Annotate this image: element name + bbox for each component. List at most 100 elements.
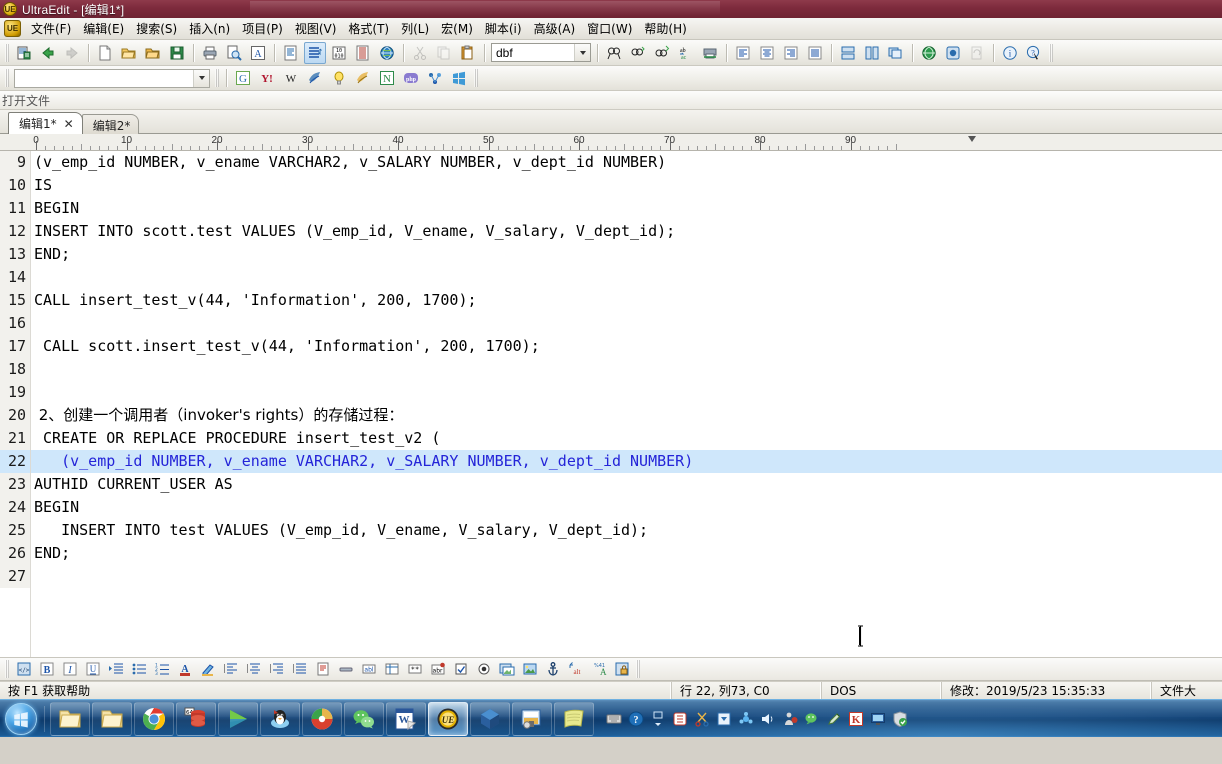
menu-advanced[interactable]: 高级(A) xyxy=(528,18,582,39)
menu-search[interactable]: 搜索(S) xyxy=(130,18,183,39)
justify-icon[interactable] xyxy=(804,42,826,64)
kaspersky-icon[interactable]: K xyxy=(847,710,864,727)
code-line[interactable]: 16 xyxy=(0,312,1222,335)
font-icon[interactable]: A xyxy=(247,42,269,64)
align-right-icon[interactable] xyxy=(780,42,802,64)
find-icon[interactable] xyxy=(603,42,625,64)
align-center-icon[interactable] xyxy=(756,42,778,64)
toolbar-grip[interactable] xyxy=(5,660,9,678)
chevron-down-icon[interactable] xyxy=(574,44,590,61)
taskbar-media-player[interactable] xyxy=(218,701,258,736)
wikipedia-icon[interactable]: W xyxy=(280,67,302,89)
column-mode-icon[interactable] xyxy=(352,42,374,64)
taskbar-notes[interactable] xyxy=(554,701,594,736)
align-left-icon[interactable] xyxy=(220,659,241,679)
bold-icon[interactable]: B xyxy=(36,659,57,679)
code-line[interactable]: 17 CALL scott.insert_test_v(44, 'Informa… xyxy=(0,335,1222,358)
code-line[interactable]: 13 END; xyxy=(0,243,1222,266)
web-icon[interactable] xyxy=(918,42,940,64)
toolbar-grip[interactable] xyxy=(215,69,219,87)
code-line[interactable]: 25 INSERT INTO test VALUES (V_emp_id, V_… xyxy=(0,519,1222,542)
new-file-icon[interactable] xyxy=(94,42,116,64)
align-justify-icon[interactable] xyxy=(289,659,310,679)
toolbar-grip[interactable] xyxy=(5,43,9,62)
syntax-highlight-combo[interactable]: dbf xyxy=(491,43,591,62)
taskbar-chrome[interactable] xyxy=(134,701,174,736)
code-line[interactable]: 23 AUTHID CURRENT_USER AS xyxy=(0,473,1222,496)
red-shield-icon[interactable] xyxy=(671,710,688,727)
print-icon[interactable] xyxy=(199,42,221,64)
keyboard-icon[interactable] xyxy=(605,710,622,727)
back-arrow-icon[interactable] xyxy=(37,42,59,64)
menu-window[interactable]: 窗口(W) xyxy=(581,18,638,39)
toolbar-overflow-grip[interactable] xyxy=(1049,43,1053,62)
security-icon[interactable] xyxy=(891,710,908,727)
radio-icon[interactable] xyxy=(473,659,494,679)
font-size-icon[interactable]: %41 A xyxy=(588,659,609,679)
align-center-icon[interactable] xyxy=(243,659,264,679)
code-line[interactable]: 10 IS xyxy=(0,174,1222,197)
align-left-icon[interactable] xyxy=(732,42,754,64)
taskbar-folder-2[interactable] xyxy=(92,701,132,736)
windows-icon[interactable] xyxy=(448,67,470,89)
thesaurus-icon[interactable] xyxy=(352,67,374,89)
dictionary-icon[interactable] xyxy=(304,67,326,89)
spell-check-icon[interactable] xyxy=(942,42,964,64)
taskbar-wechat[interactable] xyxy=(344,701,384,736)
menu-file[interactable]: 文件(F) xyxy=(25,18,77,39)
status-line-ending[interactable]: DOS xyxy=(822,681,942,700)
find-in-files-icon[interactable] xyxy=(651,42,673,64)
monitor-icon[interactable] xyxy=(869,710,886,727)
windows-start-orb-icon[interactable] xyxy=(2,701,40,737)
taskbar-oracle[interactable]: 64 xyxy=(176,701,216,736)
cascade-icon[interactable] xyxy=(885,42,907,64)
anchor-icon[interactable] xyxy=(542,659,563,679)
taskbar-folder-1[interactable] xyxy=(50,701,90,736)
menu-column[interactable]: 列(L) xyxy=(395,18,435,39)
checkbox-icon[interactable] xyxy=(450,659,471,679)
taskbar-word[interactable]: W xyxy=(386,701,426,736)
menu-format[interactable]: 格式(T) xyxy=(342,18,395,39)
code-line[interactable]: 26 END; xyxy=(0,542,1222,565)
hex-edit-icon[interactable]: 10 010 xyxy=(328,42,350,64)
open-project-icon[interactable] xyxy=(13,42,35,64)
comment-icon[interactable]: ** xyxy=(404,659,425,679)
toolbar-grip[interactable] xyxy=(5,69,9,87)
underline-icon[interactable]: U xyxy=(82,659,103,679)
taskbar-360-browser[interactable] xyxy=(302,701,342,736)
numbered-list-icon[interactable]: 123 xyxy=(151,659,172,679)
php-icon[interactable]: php xyxy=(400,67,422,89)
bullet-list-icon[interactable] xyxy=(128,659,149,679)
image-icon[interactable] xyxy=(496,659,517,679)
menu-insert[interactable]: 插入(n) xyxy=(183,18,236,39)
table-icon[interactable] xyxy=(381,659,402,679)
paste-icon[interactable] xyxy=(457,42,479,64)
menu-macro[interactable]: 宏(M) xyxy=(435,18,479,39)
code-line[interactable]: 18 xyxy=(0,358,1222,381)
menu-view[interactable]: 视图(V) xyxy=(289,18,343,39)
volume-icon[interactable] xyxy=(759,710,776,727)
menu-project[interactable]: 项目(P) xyxy=(236,18,289,39)
highlight-icon[interactable] xyxy=(197,659,218,679)
hint-icon[interactable] xyxy=(328,67,350,89)
italic-icon[interactable]: I xyxy=(59,659,80,679)
code-line[interactable]: 20 2、创建一个调用者（invoker's rights）的存储过程： xyxy=(0,404,1222,427)
menu-edit[interactable]: 编辑(E) xyxy=(77,18,130,39)
toolbar-overflow-grip[interactable] xyxy=(636,660,640,678)
chevron-down-icon[interactable] xyxy=(193,69,209,87)
network-icon[interactable] xyxy=(424,67,446,89)
help-cursor-icon[interactable]: ? xyxy=(1023,42,1045,64)
code-line[interactable]: 9 (v_emp_id NUMBER, v_ename VARCHAR2, v_S… xyxy=(0,151,1222,174)
font-color-icon[interactable]: A xyxy=(174,659,195,679)
menu-help[interactable]: 帮助(H) xyxy=(638,18,692,39)
help-icon[interactable]: ? xyxy=(627,710,644,727)
replace-icon[interactable]: ab ac xyxy=(675,42,697,64)
wechat-tray-icon[interactable] xyxy=(803,710,820,727)
browser-view-icon[interactable] xyxy=(376,42,398,64)
code-line[interactable]: 19 xyxy=(0,381,1222,404)
notepad-icon[interactable]: N xyxy=(376,67,398,89)
pen-icon[interactable] xyxy=(825,710,842,727)
menu-script[interactable]: 脚本(i) xyxy=(479,18,528,39)
open-file-icon[interactable] xyxy=(118,42,140,64)
code-line[interactable]: 21 CREATE OR REPLACE PROCEDURE insert_te… xyxy=(0,427,1222,450)
